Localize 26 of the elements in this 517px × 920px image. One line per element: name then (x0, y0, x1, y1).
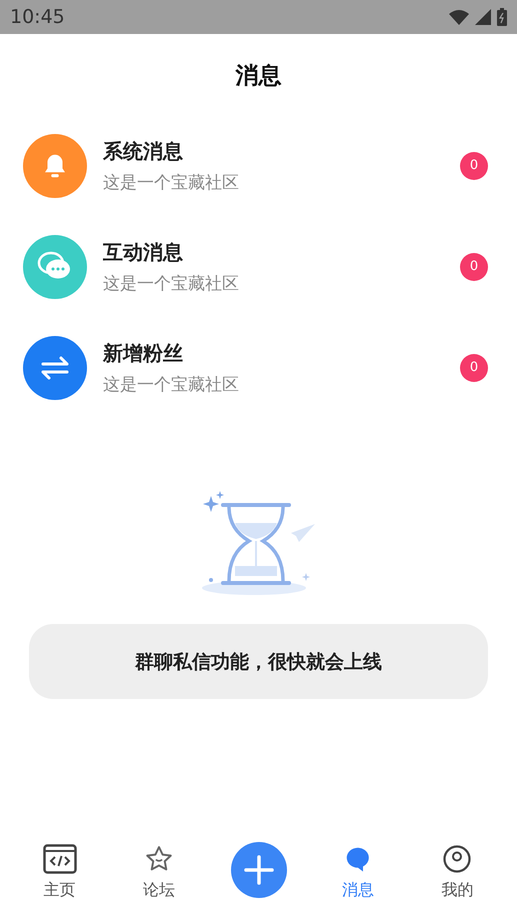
page-title: 消息 (234, 62, 282, 91)
nav-tab[interactable]: 主页 (10, 830, 110, 901)
unread-count: 0 (460, 152, 488, 180)
clock-time: 10:45 (10, 6, 65, 28)
nav-tab[interactable]: 论坛 (109, 830, 209, 901)
coming-soon-notice: 群聊私信功能，很快就会上线 (29, 624, 488, 699)
battery-icon (497, 8, 507, 26)
category-title: 系统消息 (103, 138, 184, 164)
category-title: 新增粉丝 (103, 340, 184, 366)
wifi-icon (449, 10, 469, 24)
message-category-item[interactable]: 系统消息 这是一个宝藏社区 0 (0, 115, 517, 216)
code-window-icon (42, 844, 77, 874)
category-title: 互动消息 (103, 238, 184, 266)
nav-tab[interactable]: 我的 (408, 830, 508, 901)
plus-icon (244, 855, 274, 885)
nav-tab[interactable]: 消息 (308, 830, 408, 901)
category-subtitle: 这是一个宝藏社区 (103, 272, 240, 294)
swap-arrows-icon (40, 354, 70, 380)
signal-icon (475, 9, 491, 25)
unread-count: 0 (460, 252, 488, 280)
message-category-item[interactable]: 新增粉丝 这是一个宝藏社区 0 (0, 317, 517, 418)
category-subtitle: 这是一个宝藏社区 (103, 374, 240, 396)
user-icon (442, 844, 472, 874)
category-subtitle: 这是一个宝藏社区 (103, 172, 240, 194)
unread-count: 0 (460, 354, 488, 382)
message-category-item[interactable]: 互动消息 这是一个宝藏社区 0 (0, 216, 517, 317)
